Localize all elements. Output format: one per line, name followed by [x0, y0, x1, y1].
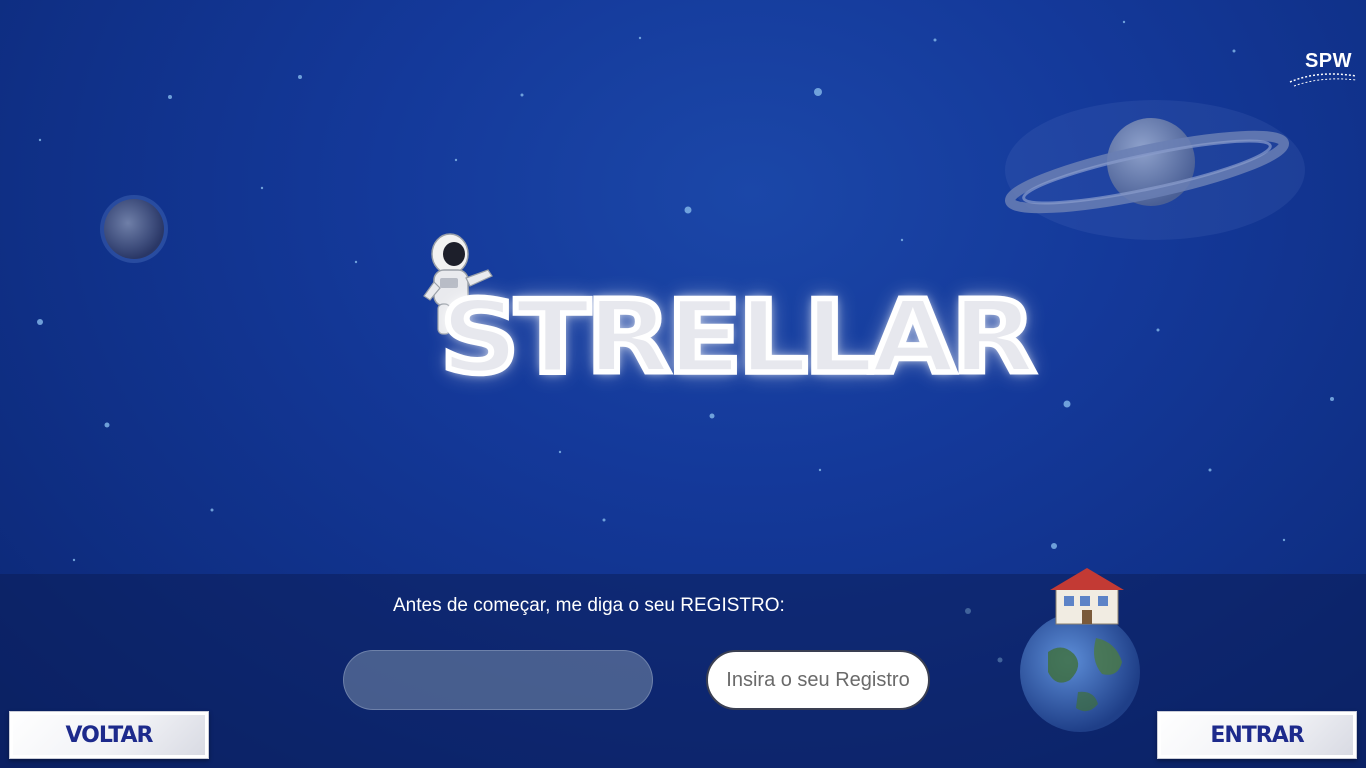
game-logo: STRELLAR [436, 275, 1039, 398]
register-input[interactable] [343, 650, 653, 710]
logo-title: STRELLAR [437, 275, 1039, 398]
spw-logo: SPW [1288, 48, 1358, 90]
enter-button[interactable]: ENTRAR [1157, 711, 1357, 759]
saturn-icon [1004, 100, 1305, 240]
back-button[interactable]: VOLTAR [9, 711, 209, 759]
space-background: SPW STRELLAR Antes de começar, me diga o… [0, 0, 1366, 768]
brand-label: SPW [1304, 50, 1352, 72]
earth-house-icon [1020, 568, 1140, 732]
planet-icon [100, 195, 168, 263]
register-hint-bubble: Insira o seu Registro [706, 650, 930, 710]
register-prompt: Antes de começar, me diga o seu REGISTRO… [393, 595, 785, 616]
